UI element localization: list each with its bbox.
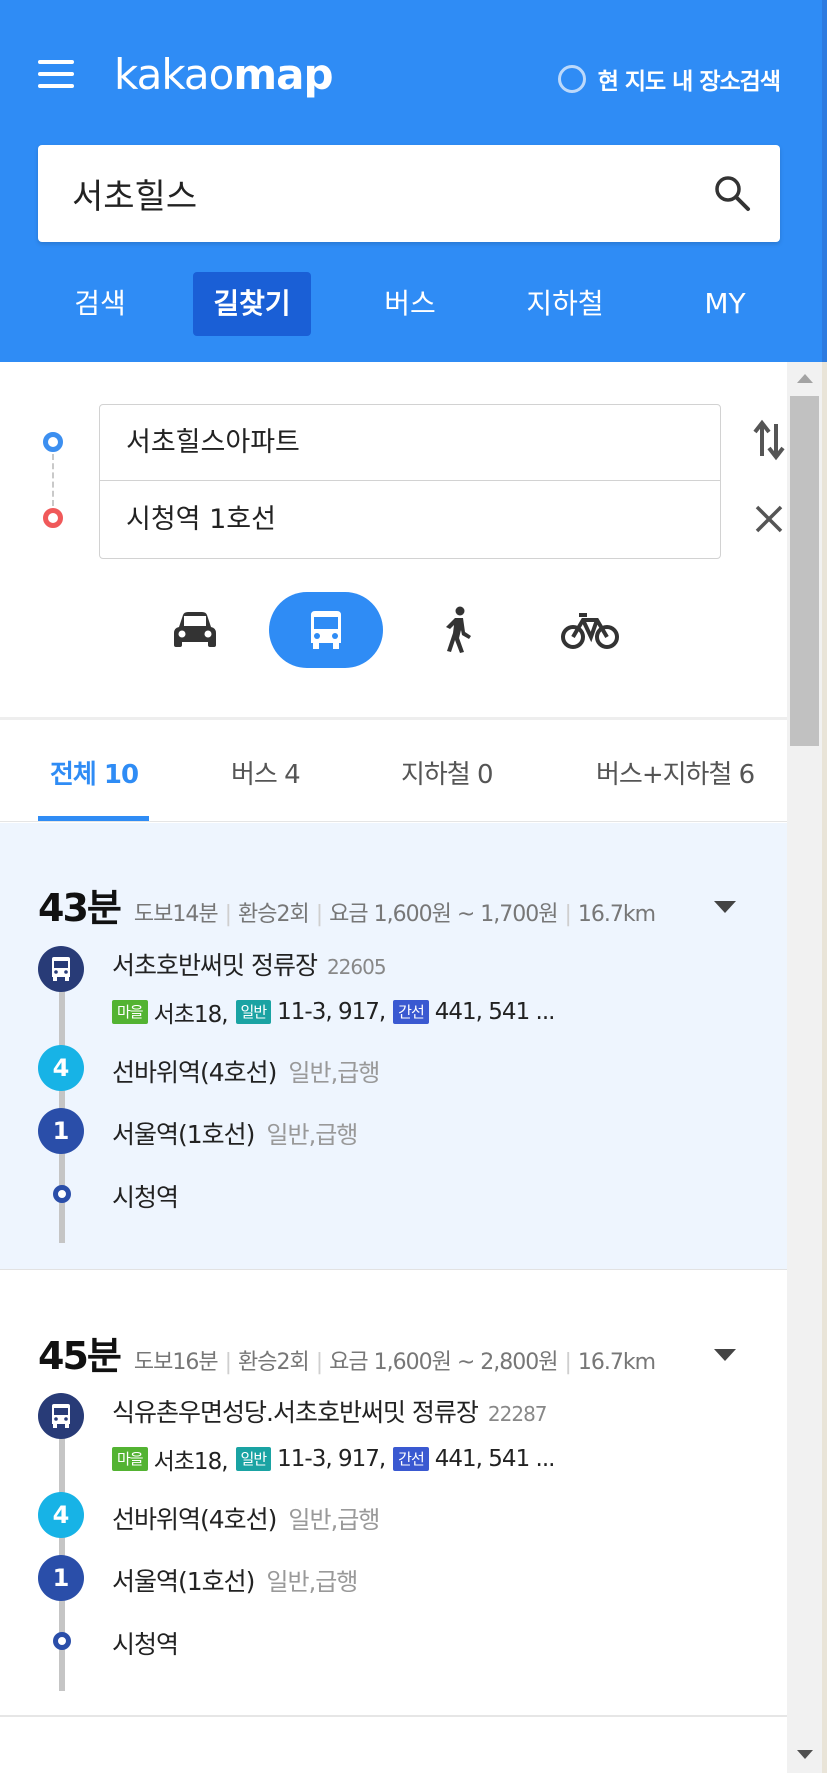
route-summary: 43분 도보14분 | 환승2회 | 요금 1,600원 ~ 1,700원 | 16.7km [38,877,656,932]
bus-lines: 마을 서초18, 일반 11-3, 917, 간선 441, 541 ... [112,1442,562,1476]
bus-icon [311,611,341,649]
car-icon [174,612,216,647]
general-bus-badge: 일반 [235,1000,272,1024]
menu-icon[interactable] [38,58,74,88]
area-search-toggle[interactable]: 현 지도 내 장소검색 [557,62,781,96]
destination-point-icon [53,1632,71,1650]
end-station: 시청역 [112,1183,179,1212]
route-meta: 도보14분 | 환승2회 | 요금 1,600원 ~ 1,700원 | 16.7km [133,902,656,927]
route-result-card[interactable]: 45분 도보16분 | 환승2회 | 요금 1,600원 ~ 2,800원 | 16.7km… [0,1271,787,1717]
line-1-badge-icon: 1 [38,1108,84,1154]
map-edge [822,0,827,1773]
destination-marker-icon [43,508,63,528]
line-4-badge-icon: 4 [38,1492,84,1538]
filter-tab-bus[interactable]: 버스 4 [231,754,301,791]
transfer-station: 선바위역(4호선) 일반,급행 [112,1058,380,1087]
filter-tab-all[interactable]: 전체 10 [50,754,139,791]
radio-icon[interactable] [557,65,586,93]
search-icon[interactable] [712,173,752,213]
scroll-down-arrow-icon[interactable] [797,1750,813,1759]
destination-field[interactable]: 시청역 1호선 [100,482,720,558]
mode-bicycle-button[interactable] [533,592,647,668]
header: kakaomap 현 지도 내 장소검색 검색 길찾기 버스 지하철 MY [0,0,822,362]
swap-icon[interactable] [752,418,786,462]
bus-stop-name: 서초호반써밋 정류장 22605 [112,951,387,980]
route-result-card[interactable]: 43분 도보14분 | 환승2회 | 요금 1,600원 ~ 1,700원 | 16.7km… [0,823,787,1270]
expand-caret-icon[interactable] [714,1349,736,1361]
tab-subway[interactable]: 지하철 [515,272,615,336]
trunk-bus-badge: 간선 [393,1447,429,1471]
village-bus-badge: 마을 [112,1000,148,1024]
line-4-badge-icon: 4 [38,1045,84,1091]
transfer-station: 서울역(1호선) 일반,급행 [112,1567,358,1596]
filter-tab-subway[interactable]: 지하철 0 [401,754,494,791]
route-meta: 도보16분 | 환승2회 | 요금 1,600원 ~ 2,800원 | 16.7km [133,1350,656,1375]
route-panel: 서초힐스아파트 시청역 1호선 [0,362,787,717]
scrollbar[interactable] [787,362,822,1773]
mode-transit-button[interactable] [269,592,383,668]
route-connector [52,454,54,506]
trunk-bus-badge: 간선 [393,1000,429,1024]
tab-directions[interactable]: 길찾기 [193,272,311,336]
bus-stop-icon [38,1393,84,1439]
tab-search[interactable]: 검색 [60,272,140,336]
origin-field[interactable]: 서초힐스아파트 [100,405,720,481]
destination-point-icon [53,1185,71,1203]
tab-bus[interactable]: 버스 [370,272,450,336]
scroll-up-arrow-icon[interactable] [797,374,813,383]
general-bus-badge: 일반 [235,1447,272,1471]
result-filter-tabs: 전체 10 버스 4 지하철 0 버스+지하철 6 [0,720,787,822]
search-input[interactable] [72,167,672,219]
close-icon[interactable] [754,504,784,534]
route-inputs: 서초힐스아파트 시청역 1호선 [99,404,721,559]
end-station: 시청역 [112,1630,179,1659]
route-summary: 45분 도보16분 | 환승2회 | 요금 1,600원 ~ 2,800원 | 16.7km [38,1325,656,1380]
bus-stop-icon [38,946,84,992]
walk-icon [446,606,471,653]
line-1-badge-icon: 1 [38,1555,84,1601]
travel-time: 43분 [38,886,122,930]
transfer-station: 선바위역(4호선) 일반,급행 [112,1505,380,1534]
bus-stop-name: 식유촌우면성당.서초호반써밋 정류장 22287 [112,1398,548,1427]
mode-walk-button[interactable] [401,592,515,668]
origin-marker-icon [43,432,63,452]
search-box [38,145,780,242]
village-bus-badge: 마을 [112,1447,148,1471]
kakaomap-logo[interactable]: kakaomap [114,50,334,99]
filter-tab-bus-subway[interactable]: 버스+지하철 6 [596,754,755,791]
transfer-station: 서울역(1호선) 일반,급행 [112,1120,358,1149]
bicycle-icon [561,613,619,649]
main-tabs: 검색 길찾기 버스 지하철 MY [0,272,822,336]
bus-lines: 마을 서초18, 일반 11-3, 917, 간선 441, 541 ... [112,995,562,1029]
expand-caret-icon[interactable] [714,901,736,913]
mode-car-button[interactable] [138,592,252,668]
tab-my[interactable]: MY [690,272,760,336]
travel-time: 45분 [38,1334,122,1378]
area-search-label: 현 지도 내 장소검색 [597,69,781,95]
active-tab-indicator [38,816,149,821]
scrollbar-thumb[interactable] [790,396,819,746]
